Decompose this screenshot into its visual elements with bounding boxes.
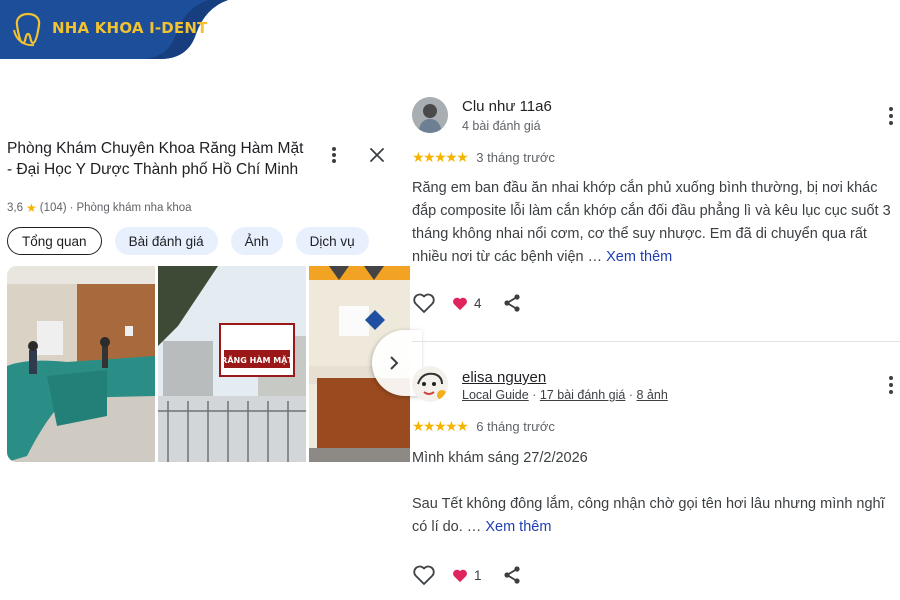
heart-outline-icon[interactable] — [412, 564, 436, 586]
read-more-link[interactable]: Xem thêm — [485, 519, 551, 535]
reaction-count[interactable]: 1 — [452, 568, 482, 583]
place-rating-row: 3,6 ★ (104) · Phòng khám nha khoa — [7, 201, 192, 215]
heart-filled-icon — [453, 297, 467, 310]
review-text: Sau Tết không đông lắm, công nhận chờ gọ… — [412, 493, 900, 539]
tab-reviews[interactable]: Bài đánh giá — [114, 227, 218, 255]
place-tabs: Tổng quan Bài đánh giá Ảnh Dịch vụ — [7, 227, 369, 255]
tooth-logo-icon — [13, 12, 41, 47]
photo-count-link[interactable]: 8 ảnh — [637, 388, 668, 402]
tab-services[interactable]: Dịch vụ — [295, 227, 369, 255]
rating-value: 3,6 — [7, 202, 23, 214]
reviewer-name[interactable]: elisa nguyen — [462, 369, 546, 386]
brand-name: NHA KHOA I-DENT — [52, 19, 208, 37]
chevron-right-icon — [390, 356, 399, 370]
likes-count: 1 — [474, 567, 482, 583]
meta-separator: · — [532, 388, 537, 402]
star-icon: ★ — [26, 201, 37, 215]
sign-text: RĂNG HÀM MẶT — [221, 354, 293, 365]
read-more-link[interactable]: Xem thêm — [606, 249, 672, 265]
reviewer-meta: 4 bài đánh giá — [462, 119, 541, 133]
heart-outline-icon[interactable] — [412, 292, 436, 314]
review-body: Sau Tết không đông lắm, công nhận chờ gọ… — [412, 496, 885, 535]
place-title: Phòng Khám Chuyên Khoa Răng Hàm Mặt - Đạ… — [7, 140, 304, 178]
reviewer-name[interactable]: Clu như 11a6 — [462, 98, 552, 115]
share-icon[interactable] — [502, 293, 522, 313]
review-actions: 4 — [412, 292, 522, 314]
photo-waiting-room[interactable] — [7, 266, 155, 462]
meta-separator: · — [628, 388, 634, 402]
meta-separator: · — [69, 202, 74, 214]
share-icon[interactable] — [502, 565, 522, 585]
more-vert-icon[interactable] — [326, 145, 342, 165]
review-time: 6 tháng trước — [476, 419, 555, 434]
close-icon[interactable] — [366, 144, 388, 166]
review-first-line: Mình khám sáng 27/2/2026 — [412, 450, 588, 466]
reaction-count[interactable]: 4 — [452, 296, 482, 311]
review-count[interactable]: (104) — [40, 202, 67, 214]
review-text: Răng em ban đầu ăn nhai khớp cắn phủ xuố… — [412, 177, 900, 269]
avatar[interactable] — [412, 366, 448, 402]
more-vert-icon[interactable] — [886, 106, 896, 126]
local-guide-link[interactable]: Local Guide — [462, 388, 529, 402]
rating-row: ★★★★★ 3 tháng trước — [412, 149, 555, 166]
review-time: 3 tháng trước — [476, 150, 555, 165]
likes-count: 4 — [474, 295, 482, 311]
star-rating: ★★★★★ — [412, 149, 469, 165]
place-category[interactable]: Phòng khám nha khoa — [76, 202, 191, 214]
review-divider — [412, 341, 900, 342]
photo-clinic-sign[interactable]: RĂNG HÀM MẶT — [158, 266, 306, 462]
brand-banner: NHA KHOA I-DENT — [0, 0, 228, 59]
tab-overview[interactable]: Tổng quan — [7, 227, 102, 255]
more-vert-icon[interactable] — [886, 375, 896, 395]
review-actions: 1 — [412, 564, 522, 586]
star-rating: ★★★★★ — [412, 418, 469, 434]
photo-strip: RĂNG HÀM MẶT — [7, 266, 410, 462]
tab-photos[interactable]: Ảnh — [230, 227, 283, 255]
rating-row: ★★★★★ 6 tháng trước — [412, 418, 555, 435]
heart-filled-icon — [453, 569, 467, 582]
reviewer-meta: Local Guide · 17 bài đánh giá · 8 ảnh — [462, 388, 668, 402]
review-count-link[interactable]: 17 bài đánh giá — [540, 388, 626, 402]
avatar[interactable] — [412, 97, 448, 133]
